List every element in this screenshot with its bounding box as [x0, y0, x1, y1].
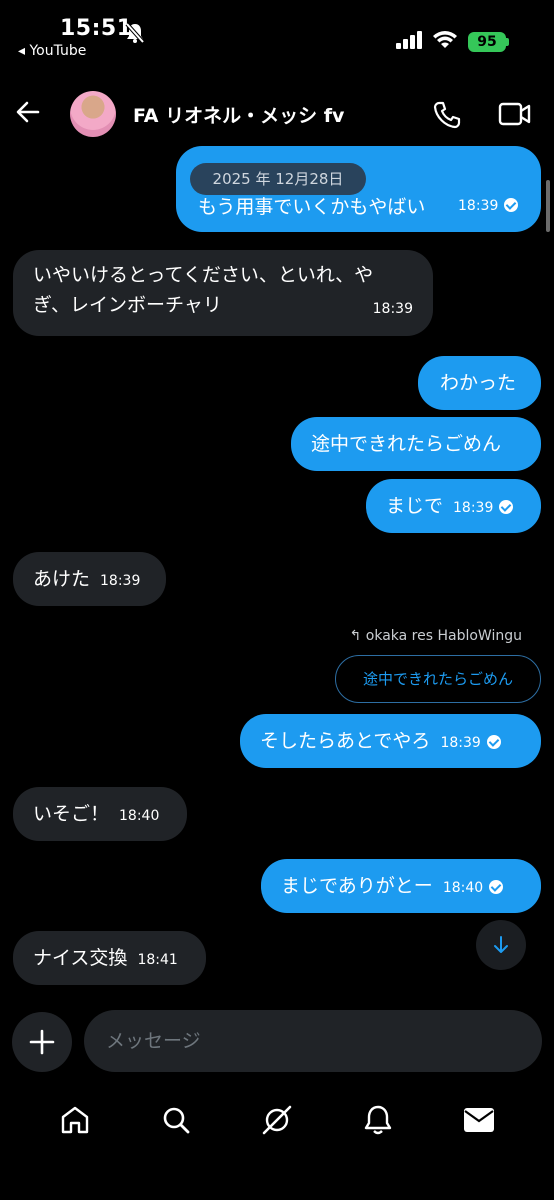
wifi-icon [433, 31, 457, 48]
back-arrow-icon[interactable] [14, 98, 42, 126]
arrow-down-icon [494, 936, 508, 953]
phone-call-icon[interactable] [432, 100, 462, 130]
cellular-signal-icon [396, 31, 422, 49]
battery-tip [506, 38, 509, 46]
message-bubble-received[interactable]: いそご！ 18:40 [13, 787, 187, 841]
message-bubble-sent[interactable]: まじで 18:39 [366, 479, 541, 533]
notifications-icon [364, 1105, 392, 1135]
messages-icon [464, 1108, 495, 1132]
message-bubble-received[interactable]: いやいけるとってください、といれ、や ぎ、レインボーチャリ 18:39 [13, 250, 433, 336]
scroll-to-bottom-button[interactable] [476, 920, 526, 970]
grok-icon [262, 1105, 292, 1135]
nav-search[interactable] [156, 1100, 196, 1140]
search-icon [163, 1107, 190, 1134]
message-bubble-sent[interactable]: 途中できれたらごめん [291, 417, 541, 471]
quoted-message[interactable]: 途中できれたらごめん [335, 655, 541, 703]
nav-home[interactable] [55, 1100, 95, 1140]
scrollbar[interactable] [546, 180, 550, 232]
read-check-icon [499, 500, 514, 514]
plus-icon [29, 1029, 55, 1055]
message-bubble-sent[interactable]: そしたらあとでやろ 18:39 [240, 714, 541, 768]
video-call-icon[interactable] [498, 101, 532, 127]
battery-indicator: 95 [468, 32, 506, 52]
back-to-app-link[interactable]: ◂ YouTube [18, 43, 86, 59]
read-check-icon [504, 198, 519, 212]
add-media-button[interactable] [12, 1012, 72, 1072]
read-check-icon [486, 735, 501, 749]
message-bubble-sent[interactable]: わかった [418, 356, 541, 410]
message-bubble-received[interactable]: あけた 18:39 [13, 552, 166, 606]
message-bubble-received[interactable]: ナイス交換 18:41 [13, 931, 206, 985]
reply-context-label: ↰ okaka res HabloWingu [349, 628, 522, 644]
message-bubble-sent[interactable]: まじでありがとー 18:40 [261, 859, 541, 913]
bottom-nav [0, 1090, 554, 1150]
status-time: 15:51 [60, 16, 133, 41]
nav-notifications[interactable] [358, 1100, 398, 1140]
message-input[interactable] [84, 1010, 542, 1072]
nav-messages[interactable] [459, 1100, 499, 1140]
date-divider: 2025 年 12月28日 [190, 163, 366, 195]
read-check-icon [489, 880, 504, 894]
mute-bell-icon [125, 22, 145, 44]
conversation-title[interactable]: FA リオネル・メッシ fv [133, 101, 344, 128]
reply-arrow-icon: ↰ [349, 628, 366, 644]
avatar[interactable] [70, 91, 116, 137]
home-icon [61, 1106, 88, 1134]
nav-grok[interactable] [257, 1100, 297, 1140]
